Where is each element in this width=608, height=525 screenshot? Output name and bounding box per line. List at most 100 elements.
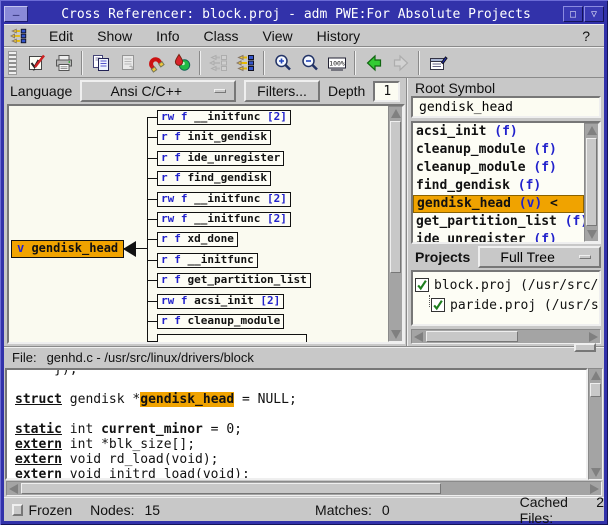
menu-view[interactable]: View: [254, 26, 302, 46]
symbol-kind: (v): [511, 196, 542, 211]
xref-flat-button[interactable]: [205, 50, 232, 76]
frozen-label: Frozen: [29, 502, 73, 518]
scrollbar-thumb[interactable]: [426, 331, 518, 342]
graph-node[interactable]: rw f __initfunc [2]: [157, 110, 291, 125]
edit-button[interactable]: [23, 50, 50, 76]
copy-icon: [91, 53, 111, 73]
frozen-checkbox[interactable]: [12, 504, 23, 516]
symbol-list-item[interactable]: ide_unregister (f): [413, 231, 584, 242]
symbol-list-item[interactable]: cleanup_module (f): [413, 159, 584, 177]
code-line: static int current_minor = 0;: [15, 422, 586, 437]
graph-connector-line: [147, 137, 157, 138]
project-item[interactable]: block.proj (/usr/src/lin: [415, 275, 597, 295]
depth-input[interactable]: 1: [373, 81, 400, 102]
graph-node[interactable]: r f find_gendisk: [157, 171, 271, 186]
source-code-view[interactable]: }); struct gendisk *gendisk_head = NULL;…: [5, 368, 588, 480]
code-line: [15, 407, 586, 422]
scrollbar-thumb[interactable]: [21, 483, 441, 494]
graph-node[interactable]: r f cleanup_module: [157, 314, 284, 329]
properties-button[interactable]: [424, 50, 451, 76]
scroll-right-icon[interactable]: [590, 484, 599, 494]
pane-sash-handle[interactable]: [574, 343, 596, 352]
graph-node[interactable]: r f xd_done: [157, 232, 238, 247]
graph-node[interactable]: r f init_gendisk: [157, 130, 271, 145]
print-icon: [54, 53, 74, 73]
symbol-list-item[interactable]: gendisk_head (v) <: [413, 195, 584, 213]
graph-connector-line: [147, 178, 157, 179]
graph-node[interactable]: rw f __initfunc [2]: [157, 192, 291, 207]
title-bar[interactable]: — Cross Referencer: block.proj - adm PWE…: [4, 4, 604, 24]
project-checkbox[interactable]: [415, 278, 429, 292]
toolbar-separator: [354, 51, 356, 75]
zoom-100-button[interactable]: 100%: [323, 50, 350, 76]
graph-vertical-scrollbar[interactable]: [388, 106, 403, 342]
document-button[interactable]: [114, 50, 141, 76]
language-dropdown[interactable]: Ansi C/C++: [80, 80, 236, 102]
node-ref-prefix: r f: [161, 171, 188, 184]
graph-node-partial[interactable]: [157, 334, 307, 342]
symbol-list-scrollbar[interactable]: [584, 123, 599, 242]
graph-node[interactable]: r f __initfunc: [157, 253, 258, 268]
svg-text:100%: 100%: [329, 59, 345, 67]
maximize-button[interactable]: □: [563, 6, 583, 22]
menu-items: Edit Show Info Class View History: [40, 26, 375, 46]
filters-button[interactable]: Filters...: [244, 80, 320, 102]
scroll-left-icon[interactable]: [414, 332, 423, 342]
scroll-down-icon[interactable]: [591, 468, 601, 477]
scrollbar-thumb[interactable]: [390, 121, 401, 273]
symbol-list-item[interactable]: find_gendisk (f): [413, 177, 584, 195]
scroll-down-icon[interactable]: [391, 330, 401, 339]
menu-class[interactable]: Class: [195, 26, 248, 46]
language-label: Language: [10, 83, 72, 99]
project-checkbox[interactable]: [431, 298, 445, 312]
code-horizontal-scrollbar[interactable]: [6, 481, 602, 496]
scrollbar-thumb[interactable]: [590, 383, 601, 397]
root-symbol-input[interactable]: gendisk_head: [411, 96, 601, 118]
projects-tree[interactable]: block.proj (/usr/src/linparide.proj (/us…: [411, 270, 601, 326]
scroll-down-icon[interactable]: [587, 230, 597, 239]
scroll-up-icon[interactable]: [591, 371, 601, 380]
window-menu-button[interactable]: —: [4, 6, 28, 22]
symbol-list-item[interactable]: cleanup_module (f): [413, 141, 584, 159]
scroll-left-icon[interactable]: [9, 484, 18, 494]
copy-button[interactable]: [87, 50, 114, 76]
projects-horizontal-scrollbar[interactable]: [411, 329, 601, 344]
scroll-up-icon[interactable]: [587, 126, 597, 135]
xref-tree-button[interactable]: [232, 50, 259, 76]
scroll-up-icon[interactable]: [391, 109, 401, 118]
root-symbol-list[interactable]: acsi_init (f)cleanup_module (f)cleanup_m…: [413, 123, 584, 242]
selected-node-arrow-icon: [123, 241, 136, 257]
project-item[interactable]: paride.proj (/usr/src: [415, 295, 597, 315]
scroll-right-icon[interactable]: [589, 332, 598, 342]
menu-info[interactable]: Info: [147, 26, 188, 46]
help-menu[interactable]: ?: [574, 26, 598, 46]
colors-button[interactable]: [168, 50, 195, 76]
toolbar-grip[interactable]: [8, 51, 17, 75]
print-button[interactable]: [50, 50, 77, 76]
scrollbar-thumb[interactable]: [586, 138, 597, 226]
depth-label: Depth: [328, 83, 365, 99]
graph-root-node[interactable]: v gendisk_head: [11, 240, 136, 258]
forward-button[interactable]: [387, 50, 414, 76]
graph-node[interactable]: rw f acsi_init [2]: [157, 294, 284, 309]
menu-edit[interactable]: Edit: [40, 26, 82, 46]
symbol-list-item[interactable]: get_partition_list (f): [413, 213, 584, 231]
graph-node[interactable]: r f get_partition_list: [157, 273, 311, 288]
menu-history[interactable]: History: [308, 26, 370, 46]
highlighted-symbol: gendisk_head: [140, 392, 234, 407]
projects-mode-dropdown[interactable]: Full Tree: [478, 246, 601, 268]
dropdown-indicator-icon: [214, 89, 226, 93]
back-button[interactable]: [360, 50, 387, 76]
xref-graph-canvas[interactable]: rw f __initfunc [2] r f init_gendiskr f i…: [9, 106, 388, 342]
shade-button[interactable]: ▽: [584, 6, 604, 22]
zoom-out-button[interactable]: [296, 50, 323, 76]
code-line: extern void rd_load(void);: [15, 452, 586, 467]
zoom-in-button[interactable]: [269, 50, 296, 76]
magnet-button[interactable]: [141, 50, 168, 76]
graph-node[interactable]: rw f __initfunc [2]: [157, 212, 291, 227]
code-vertical-scrollbar[interactable]: [588, 368, 603, 480]
cached-files-value: 2: [596, 494, 604, 525]
menu-show[interactable]: Show: [88, 26, 141, 46]
graph-node[interactable]: r f ide_unregister: [157, 151, 284, 166]
symbol-list-item[interactable]: acsi_init (f): [413, 123, 584, 141]
